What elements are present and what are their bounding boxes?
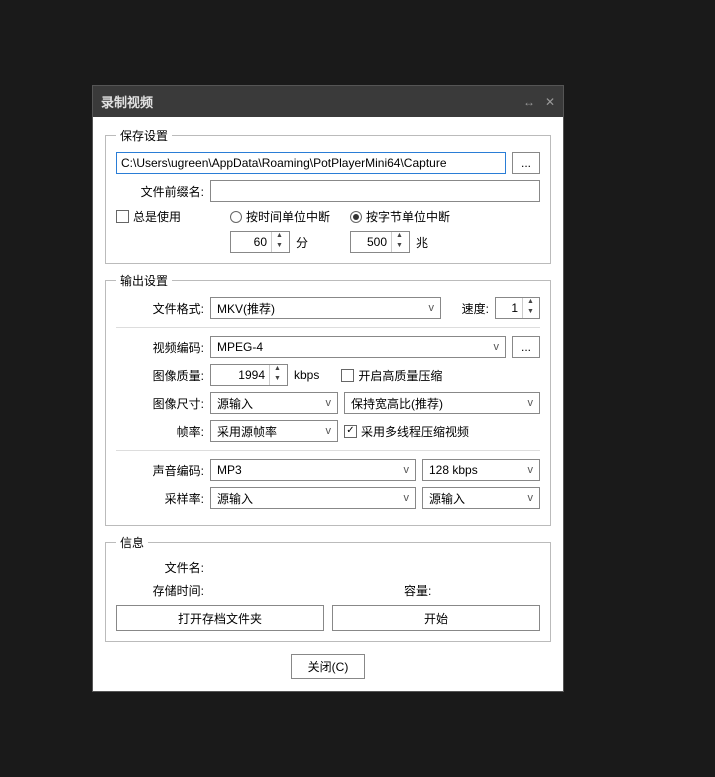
filename-label: 文件名: (116, 559, 204, 576)
video-codec-select[interactable]: MPEG-4v (210, 336, 506, 358)
close-button[interactable]: 关闭(C) (291, 654, 366, 679)
audio-bitrate-select[interactable]: 128 kbpsv (422, 459, 540, 481)
minutes-unit: 分 (296, 234, 308, 251)
spin-down-icon[interactable]: ▼ (523, 308, 538, 318)
window-title: 录制视频 (101, 92, 153, 111)
mb-spinner[interactable]: ▲▼ (350, 231, 410, 253)
dialog-body: 保存设置 ... 文件前缀名: 总是使用 按时间单位中断 (93, 117, 563, 691)
aspect-select[interactable]: 保持宽高比(推荐)v (344, 392, 540, 414)
spin-up-icon[interactable]: ▲ (272, 232, 287, 242)
image-quality-label: 图像质量: (116, 367, 204, 384)
image-size-label: 图像尺寸: (116, 395, 204, 412)
minutes-spinner[interactable]: ▲▼ (230, 231, 290, 253)
sample-rate-label: 采样率: (116, 490, 204, 507)
multithread-checkbox[interactable]: ✓ 采用多线程压缩视频 (344, 423, 469, 440)
break-by-bytes-radio[interactable]: 按字节单位中断 (350, 208, 450, 225)
image-quality-spinner[interactable]: ▲▼ (210, 364, 288, 386)
spin-up-icon[interactable]: ▲ (523, 298, 538, 308)
save-settings-legend: 保存设置 (116, 127, 172, 144)
fps-label: 帧率: (116, 423, 204, 440)
save-settings-group: 保存设置 ... 文件前缀名: 总是使用 按时间单位中断 (105, 127, 551, 264)
speed-label: 速度: (447, 300, 489, 317)
titlebar: 录制视频 ↔ ✕ (93, 86, 563, 117)
kbps-unit: kbps (294, 368, 319, 382)
speed-spinner[interactable]: ▲▼ (495, 297, 540, 319)
capacity-label: 容量: (404, 582, 431, 599)
output-settings-group: 输出设置 文件格式: MKV(推荐)v 速度: ▲▼ 视频编码: MPEG-4v… (105, 272, 551, 526)
channels-select[interactable]: 源输入v (422, 487, 540, 509)
hq-compress-checkbox[interactable]: 开启高质量压缩 (341, 367, 442, 384)
info-group: 信息 文件名: 存储时间: 容量: 打开存档文件夹 开始 (105, 534, 551, 642)
mb-unit: 兆 (416, 234, 428, 251)
save-path-input[interactable] (116, 152, 506, 174)
record-video-window: 录制视频 ↔ ✕ 保存设置 ... 文件前缀名: 总是使用 (92, 85, 564, 692)
multithread-label: 采用多线程压缩视频 (361, 423, 469, 440)
always-use-label: 总是使用 (133, 208, 181, 225)
video-codec-label: 视频编码: (116, 339, 204, 356)
spin-up-icon[interactable]: ▲ (270, 365, 285, 375)
duration-label: 存储时间: (116, 582, 204, 599)
spin-down-icon[interactable]: ▼ (392, 242, 407, 252)
start-button[interactable]: 开始 (332, 605, 540, 631)
break-by-bytes-label: 按字节单位中断 (366, 208, 450, 225)
image-size-select[interactable]: 源输入v (210, 392, 338, 414)
close-icon[interactable]: ✕ (545, 95, 555, 109)
fps-select[interactable]: 采用源帧率v (210, 420, 338, 442)
break-by-time-label: 按时间单位中断 (246, 208, 330, 225)
spin-down-icon[interactable]: ▼ (272, 242, 287, 252)
browse-button[interactable]: ... (512, 152, 540, 174)
file-format-select[interactable]: MKV(推荐)v (210, 297, 441, 319)
codec-options-button[interactable]: ... (512, 336, 540, 358)
spin-down-icon[interactable]: ▼ (270, 375, 285, 385)
audio-codec-select[interactable]: MP3v (210, 459, 416, 481)
open-folder-button[interactable]: 打开存档文件夹 (116, 605, 324, 631)
info-legend: 信息 (116, 534, 148, 551)
file-prefix-input[interactable] (210, 180, 540, 202)
file-prefix-label: 文件前缀名: (116, 183, 204, 200)
spin-up-icon[interactable]: ▲ (392, 232, 407, 242)
audio-codec-label: 声音编码: (116, 462, 204, 479)
file-format-label: 文件格式: (116, 300, 204, 317)
titlebar-controls: ↔ ✕ (523, 95, 555, 109)
sample-rate-select[interactable]: 源输入v (210, 487, 416, 509)
break-by-time-radio[interactable]: 按时间单位中断 (230, 208, 330, 225)
always-use-checkbox[interactable]: 总是使用 (116, 208, 210, 225)
pin-icon[interactable]: ↔ (523, 95, 535, 109)
hq-compress-label: 开启高质量压缩 (358, 367, 442, 384)
output-settings-legend: 输出设置 (116, 272, 172, 289)
